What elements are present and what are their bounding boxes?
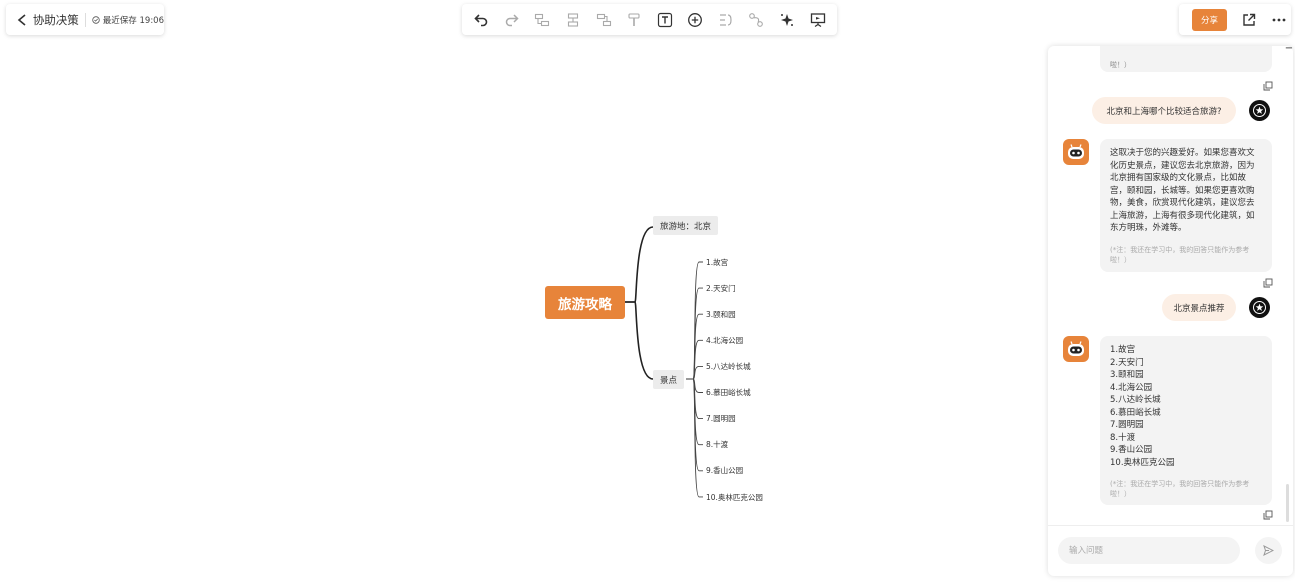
note-line: (*注：我还在学习中，我的回答只能作为参考: [1110, 480, 1250, 488]
more-icon[interactable]: [1271, 12, 1287, 28]
disclaimer-note: (*注：我还在学习中，我的回答只能作为参考 啦！）: [1110, 479, 1262, 499]
leaf-node[interactable]: 4.北海公园: [706, 335, 743, 346]
ai-line: 东方明珠，外滩等。: [1110, 223, 1187, 233]
ai-line: 北京拥有国家级的文化景点，比如故: [1110, 173, 1247, 183]
star-icon: [1253, 301, 1266, 314]
ai-line: 3.颐和园: [1110, 370, 1144, 380]
ai-line: 化历史景点，建议您去北京旅游，因为: [1110, 160, 1255, 171]
leaf-node[interactable]: 9.香山公园: [706, 465, 743, 476]
ai-message-text: 1.故宫 2.天安门 3.颐和园 4.北海公园 5.八达岭长城 6.慕田峪长城 …: [1110, 344, 1262, 469]
leaf-node[interactable]: 10.奥林匹克公园: [706, 492, 763, 503]
question-input[interactable]: [1058, 537, 1240, 564]
leaf-node[interactable]: 6.慕田峪长城: [706, 387, 751, 398]
ai-line: 10.奥林匹克公园: [1110, 457, 1175, 468]
ai-line: 4.北海公园: [1110, 382, 1153, 393]
connector-branch-1: [625, 226, 654, 303]
export-icon[interactable]: [1241, 12, 1257, 28]
collapse-panel-icon[interactable]: −: [1284, 43, 1294, 54]
copy-icon[interactable]: [1263, 510, 1273, 520]
copy-icon[interactable]: [1263, 81, 1273, 91]
ai-line: 2.天安门: [1110, 357, 1144, 368]
robot-icon: [1068, 144, 1084, 159]
send-button[interactable]: [1255, 537, 1282, 564]
star-icon: [1253, 104, 1266, 117]
copy-icon[interactable]: [1263, 278, 1273, 288]
ai-message-text: 这取决于您的兴趣爱好。如果您喜欢文 化历史景点，建议您去北京旅游，因为 北京拥有…: [1110, 147, 1262, 235]
ai-avatar: [1063, 336, 1089, 362]
disclaimer-note: (*注：我还在学习中，我的回答只能作为参考 啦！）: [1110, 245, 1262, 265]
share-button[interactable]: 分享: [1192, 8, 1227, 31]
connector-leaves: [692, 261, 703, 498]
chat-message-ai: 1.故宫 2.天安门 3.颐和园 4.北海公园 5.八达岭长城 6.慕田峪长城 …: [1100, 336, 1272, 505]
chat-message-ai: 这取决于您的兴趣爱好。如果您喜欢文 化历史景点，建议您去北京旅游，因为 北京拥有…: [1100, 139, 1272, 272]
robot-icon: [1068, 341, 1084, 356]
leaf-node[interactable]: 1.故宫: [706, 257, 728, 268]
ai-line: 宫，颐和园，长城等。如果您更喜欢购: [1110, 185, 1255, 196]
note-line: 啦！）: [1110, 490, 1131, 498]
ai-line: 上海旅游，上海有很多现代化建筑，如: [1110, 210, 1255, 221]
ai-line: 1.故宫: [1110, 345, 1136, 355]
note-line: (*注：我还在学习中，我的回答只能作为参考: [1110, 245, 1250, 254]
share-toolbar: 分享: [1179, 4, 1291, 35]
user-avatar: [1249, 297, 1270, 318]
input-divider: [1048, 525, 1293, 526]
ai-line: 5.八达岭长城: [1110, 395, 1161, 405]
leaf-node[interactable]: 5.八达岭长城: [706, 361, 751, 372]
ai-line: 6.慕田峪长城: [1110, 407, 1161, 418]
leaf-node[interactable]: 8.十渡: [706, 439, 728, 450]
connector-branch-2: [625, 301, 654, 380]
ai-avatar: [1063, 139, 1089, 165]
leaf-node[interactable]: 3.颐和园: [706, 309, 736, 320]
ai-line: 物，美食，欣赏现代化建筑，建议您去: [1110, 198, 1255, 208]
chat-message-ai-partial: 啦！）: [1100, 46, 1272, 72]
note-text: 啦！）: [1110, 61, 1131, 69]
send-icon: [1263, 545, 1274, 556]
note-line: 啦！）: [1110, 255, 1131, 264]
connector-leaf: [692, 378, 703, 498]
ai-chat-panel: 啦！） 北京和上海哪个比较适合旅游? 这取决于您的兴趣爱好。如果您喜欢文 化历史…: [1048, 46, 1293, 576]
chat-scrollbar[interactable]: [1286, 484, 1289, 522]
leaf-node[interactable]: 7.圆明园: [706, 413, 736, 424]
chat-message-user: 北京景点推荐: [1162, 294, 1236, 321]
ai-line: 8.十渡: [1110, 432, 1136, 443]
chat-message-user: 北京和上海哪个比较适合旅游?: [1092, 97, 1236, 124]
leaf-node[interactable]: 2.天安门: [706, 283, 736, 294]
ai-line: 这取决于您的兴趣爱好。如果您喜欢文: [1110, 148, 1255, 158]
root-node[interactable]: 旅游攻略: [545, 286, 625, 319]
mindmap-connectors: [625, 226, 703, 498]
user-avatar: [1249, 100, 1270, 121]
ai-line: 9.香山公园: [1110, 445, 1153, 455]
ai-line: 7.圆明园: [1110, 420, 1144, 430]
branch-node-attractions[interactable]: 景点: [653, 370, 685, 389]
branch-node-destination[interactable]: 旅游地：北京: [653, 216, 719, 235]
